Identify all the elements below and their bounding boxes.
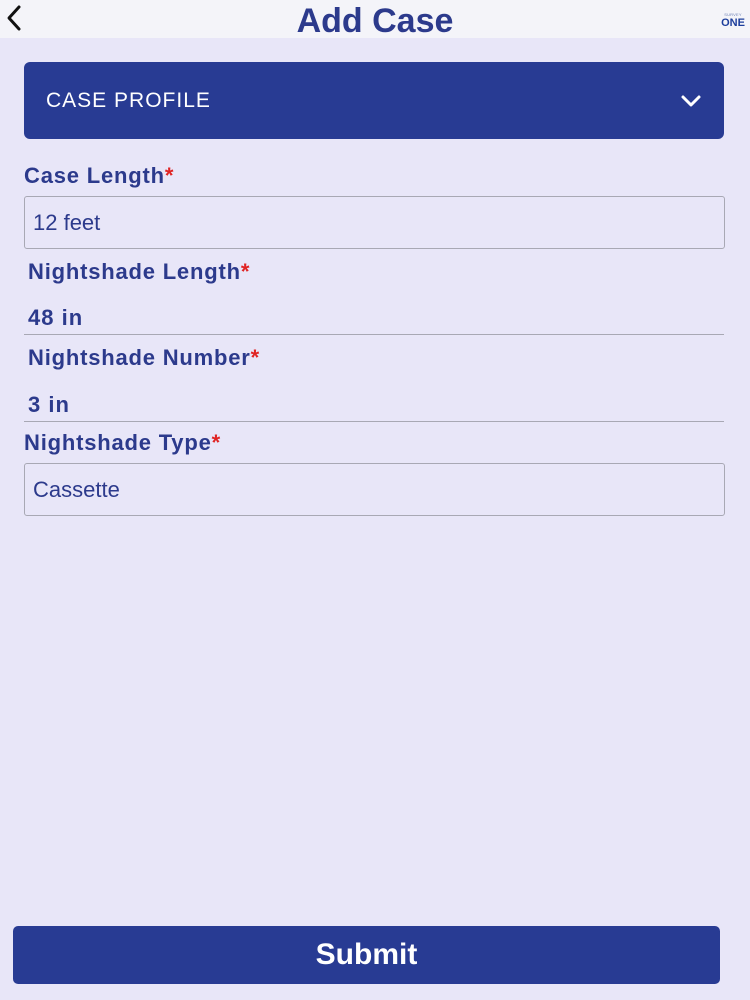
logo-big-text: ONE xyxy=(721,16,745,29)
nightshade-type-input[interactable] xyxy=(24,463,725,516)
nightshade-type-label: Nightshade Type* xyxy=(24,430,221,456)
nightshade-number-value: 3 in xyxy=(28,392,70,417)
nightshade-length-label-text: Nightshade Length xyxy=(28,259,241,284)
divider xyxy=(24,334,724,335)
nightshade-length-label: Nightshade Length* xyxy=(28,259,250,285)
case-length-input[interactable] xyxy=(24,196,725,249)
case-length-label: Case Length* xyxy=(24,163,174,189)
chevron-down-icon xyxy=(681,95,701,106)
case-profile-accordion[interactable]: CASE PROFILE xyxy=(24,62,724,139)
required-marker: * xyxy=(250,345,260,370)
page-title: Add Case xyxy=(296,2,454,40)
required-marker: * xyxy=(211,430,221,455)
add-case-screen: Add Case SURVEY ONE CASE PROFILE Case Le… xyxy=(0,0,750,1000)
case-profile-label: CASE PROFILE xyxy=(46,88,211,112)
divider xyxy=(24,421,724,422)
case-length-label-text: Case Length xyxy=(24,163,165,188)
header-bar: Add Case SURVEY ONE xyxy=(0,0,750,40)
nightshade-length-value: 48 in xyxy=(28,305,84,330)
nightshade-type-label-text: Nightshade Type xyxy=(24,430,212,455)
submit-button[interactable]: Submit xyxy=(13,926,720,984)
required-marker: * xyxy=(240,259,251,284)
nightshade-number-label-text: Nightshade Number xyxy=(28,345,251,370)
required-marker: * xyxy=(164,163,175,188)
survey-one-logo: SURVEY ONE xyxy=(721,8,745,32)
nightshade-number-label: Nightshade Number* xyxy=(28,345,260,371)
